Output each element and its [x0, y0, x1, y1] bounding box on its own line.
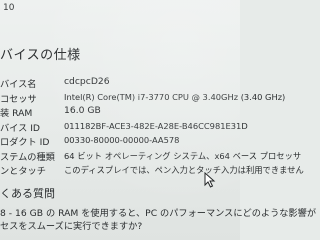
- window-title: 10: [3, 3, 15, 13]
- spec-row-processor: コセッサ Intel(R) Core(TM) i7-3770 CPU @ 3.4…: [0, 91, 285, 106]
- title-bar: 10: [0, 0, 240, 22]
- faq-header: くある質問: [0, 187, 55, 200]
- mouse-cursor-icon: [204, 172, 216, 188]
- spec-value: 00330-80000-00000-AA578: [64, 135, 180, 145]
- device-spec-header: バイスの仕様: [0, 48, 81, 63]
- spec-label: バイス名: [0, 79, 37, 90]
- spec-label: バイス ID: [0, 122, 40, 134]
- spec-value: 64 ビット オペレーティング システム、x64 ベース プロセッサ: [64, 150, 302, 161]
- spec-value: 011182BF-ACE3-482E-A28E-B46CC981E31D: [64, 120, 248, 131]
- faq-question-line: 8 - 16 GB の RAM を使用すると、PC のパフォーマンスにどのような…: [0, 208, 317, 219]
- spec-value: cdcpcD26: [64, 76, 110, 87]
- faq-question-line: セスをスムーズに実行できますか?: [0, 221, 143, 232]
- spec-value: このディスプレイでは、ペン入力とタッチ入力は利用できません: [64, 165, 304, 175]
- spec-row-device-name: バイス名 cdcpcD26: [0, 76, 240, 91]
- spec-value: Intel(R) Core(TM) i7-3770 CPU @ 3.40GHz …: [64, 91, 286, 102]
- spec-label: ンとタッチ: [0, 166, 46, 177]
- spec-value: 16.0 GB: [64, 105, 101, 116]
- spec-label: コセッサ: [0, 93, 37, 105]
- spec-label: ロダクト ID: [0, 137, 50, 148]
- settings-about-page: 10 バイスの仕様 バイス名 cdcpcD26 コセッサ Intel(R) Co…: [0, 0, 317, 240]
- faq-question-link[interactable]: 8 - 16 GB の RAM を使用すると、PC のパフォーマンスにどのような…: [0, 207, 317, 233]
- spec-row-product-id: ロダクト ID 00330-80000-00000-AA578: [0, 134, 240, 149]
- spec-label: 装 RAM: [0, 108, 33, 119]
- spec-row-device-id: バイス ID 011182BF-ACE3-482E-A28E-B46CC981E…: [0, 120, 248, 135]
- spec-row-ram: 装 RAM 16.0 GB: [0, 105, 240, 120]
- spec-row-system-type: ステムの種類 64 ビット オペレーティング システム、x64 ベース プロセッ…: [0, 149, 301, 164]
- spec-label: ステムの種類: [0, 151, 55, 163]
- device-spec-table: バイス名 cdcpcD26 コセッサ Intel(R) Core(TM) i7-…: [0, 76, 304, 178]
